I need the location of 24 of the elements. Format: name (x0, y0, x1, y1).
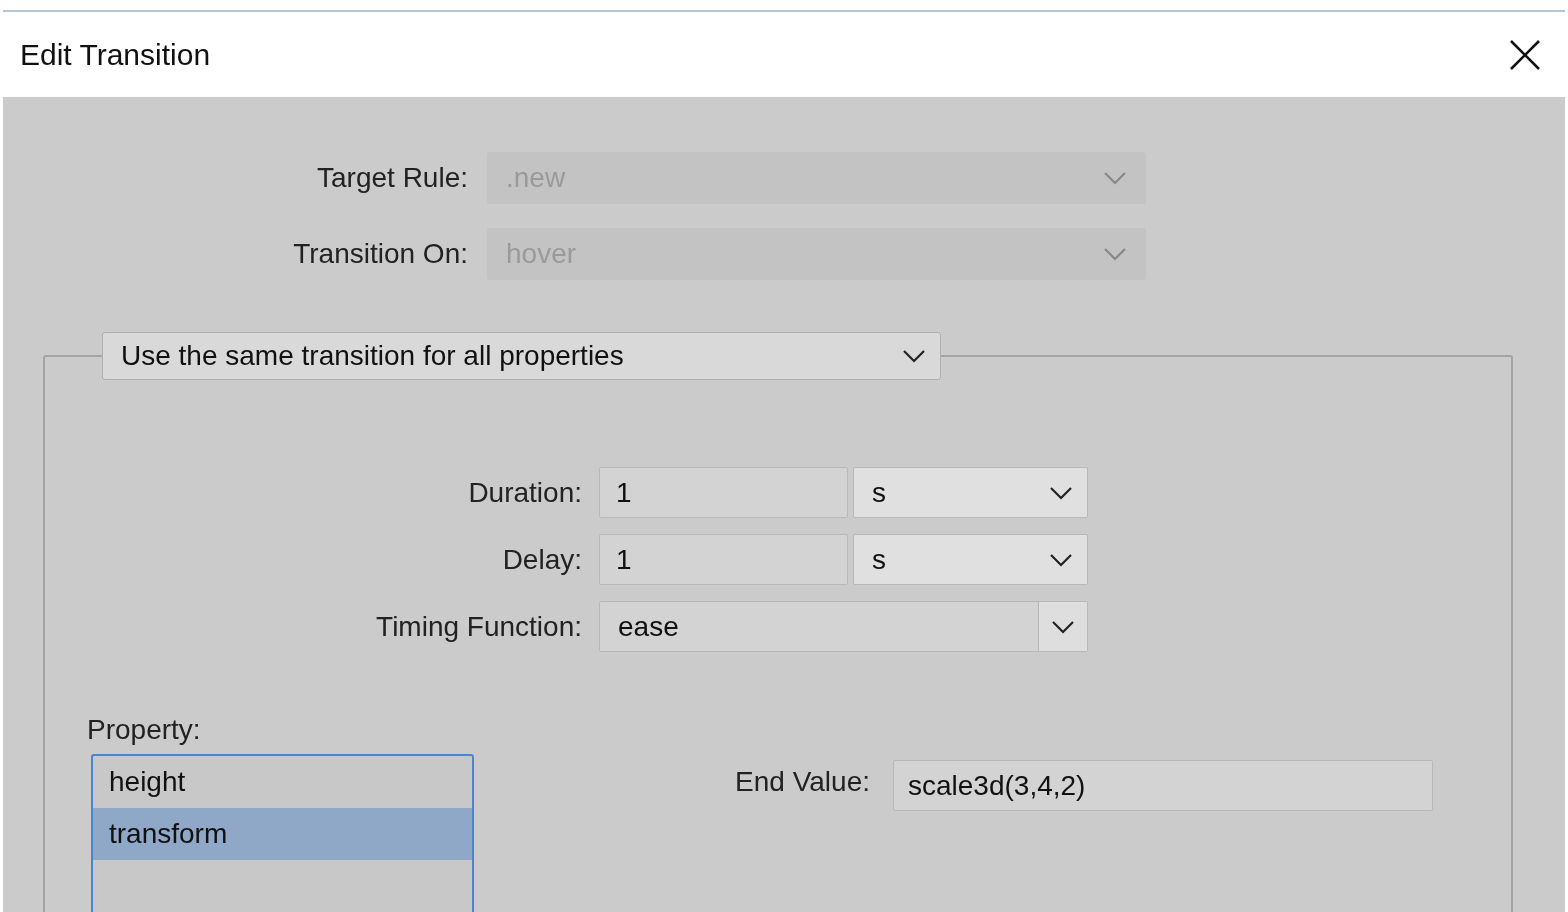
window-title: Edit Transition (20, 37, 211, 72)
timing-dropdown[interactable]: ease (599, 601, 1088, 652)
field-label: Delay: (501, 543, 582, 576)
property-item[interactable]: height (93, 756, 472, 808)
number-field[interactable]: 1 (599, 534, 848, 585)
property-label: Property: (87, 714, 202, 746)
field-label: Transition On: (292, 238, 468, 270)
number-field[interactable]: 1 (599, 467, 848, 518)
end-value-field[interactable]: scale3d(3,4,2) (893, 760, 1433, 811)
unit-dropdown[interactable]: s (853, 534, 1088, 585)
unit-dropdown[interactable]: s (853, 467, 1088, 518)
chevron-down-icon (1103, 171, 1127, 185)
field-label: Target Rule: (316, 162, 468, 194)
field-label: Timing Function: (375, 610, 582, 643)
chevron-down-icon (1051, 619, 1075, 634)
chevron-down-icon (1049, 485, 1073, 500)
property-item[interactable]: transform (93, 808, 472, 860)
end-value-label: End Value: (735, 765, 870, 798)
field-label: Duration: (467, 476, 582, 509)
close-icon (1509, 38, 1541, 71)
mode-dropdown[interactable]: Use the same transition for all properties (102, 332, 941, 380)
chevron-down-icon (902, 349, 926, 363)
chevron-down-icon (1049, 552, 1073, 567)
chevron-down-icon (1103, 247, 1127, 261)
